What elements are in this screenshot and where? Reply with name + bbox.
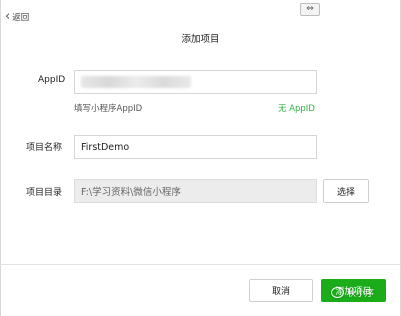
project-name-label: 项目名称 [26,143,63,153]
appid-hint: 填写小程序AppID [74,104,143,114]
window-left-edge [0,0,1,316]
no-appid-link[interactable]: 无 AppID [278,102,315,114]
project-name-value: FirstDemo [81,141,130,153]
choose-directory-button[interactable]: 选择 [323,179,369,203]
chevron-left-icon: ‹ [5,9,11,24]
watermark-text: 秋小序 [347,289,375,299]
appid-label: AppID [38,75,66,85]
project-name-input[interactable]: FirstDemo [74,135,317,159]
appid-input[interactable] [74,70,317,94]
back-label: 返回 [12,13,30,23]
arrows-horizontal-icon: ⇔ [306,4,314,14]
watermark: 秋小序 [331,286,374,299]
project-dir-value: F:\学习资料\微信小程序 [81,187,181,198]
window-toggle-button[interactable]: ⇔ [300,3,320,16]
cancel-button[interactable]: 取消 [249,279,313,302]
project-dir-label: 项目目录 [26,188,63,198]
appid-redacted-value [81,76,191,88]
footer-divider [0,264,401,265]
back-button[interactable]: ‹ 返回 [5,9,30,24]
chat-bubble-icon [331,287,344,298]
project-dir-input: F:\学习资料\微信小程序 [74,179,317,203]
dialog-title: 添加项目 [181,34,220,45]
